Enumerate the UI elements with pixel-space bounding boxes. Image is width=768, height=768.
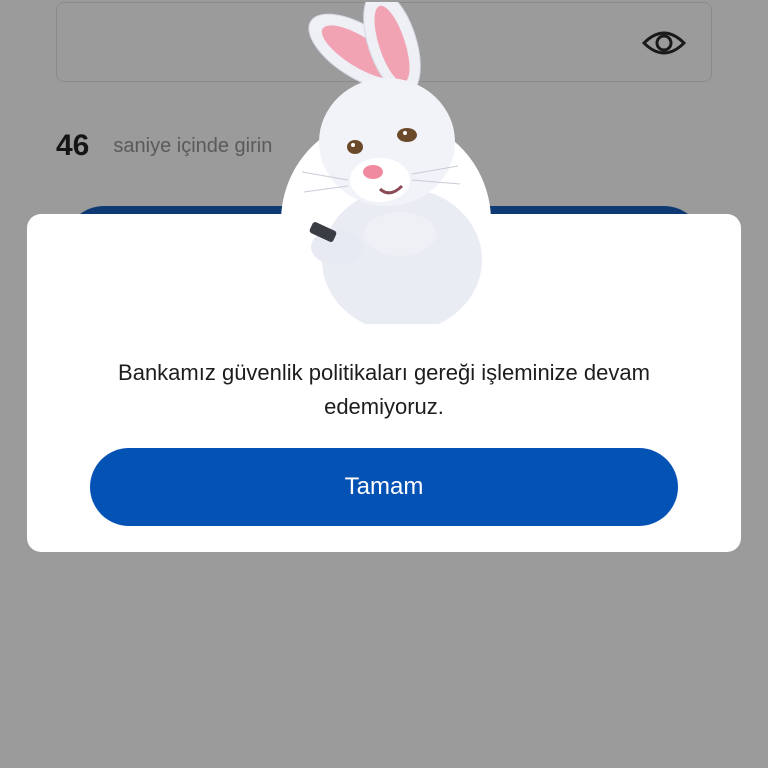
ok-button[interactable]: Tamam (90, 448, 678, 526)
countdown-seconds: 46 (56, 129, 90, 162)
countdown-label: saniye içinde girin (113, 134, 273, 157)
rabbit-mascot-image (301, 2, 482, 324)
countdown-timer: 46 saniye içinde girin (56, 124, 272, 168)
eye-icon (641, 27, 687, 59)
dialog-message: Bankamız güvenlik politikaları gereği iş… (118, 360, 650, 419)
